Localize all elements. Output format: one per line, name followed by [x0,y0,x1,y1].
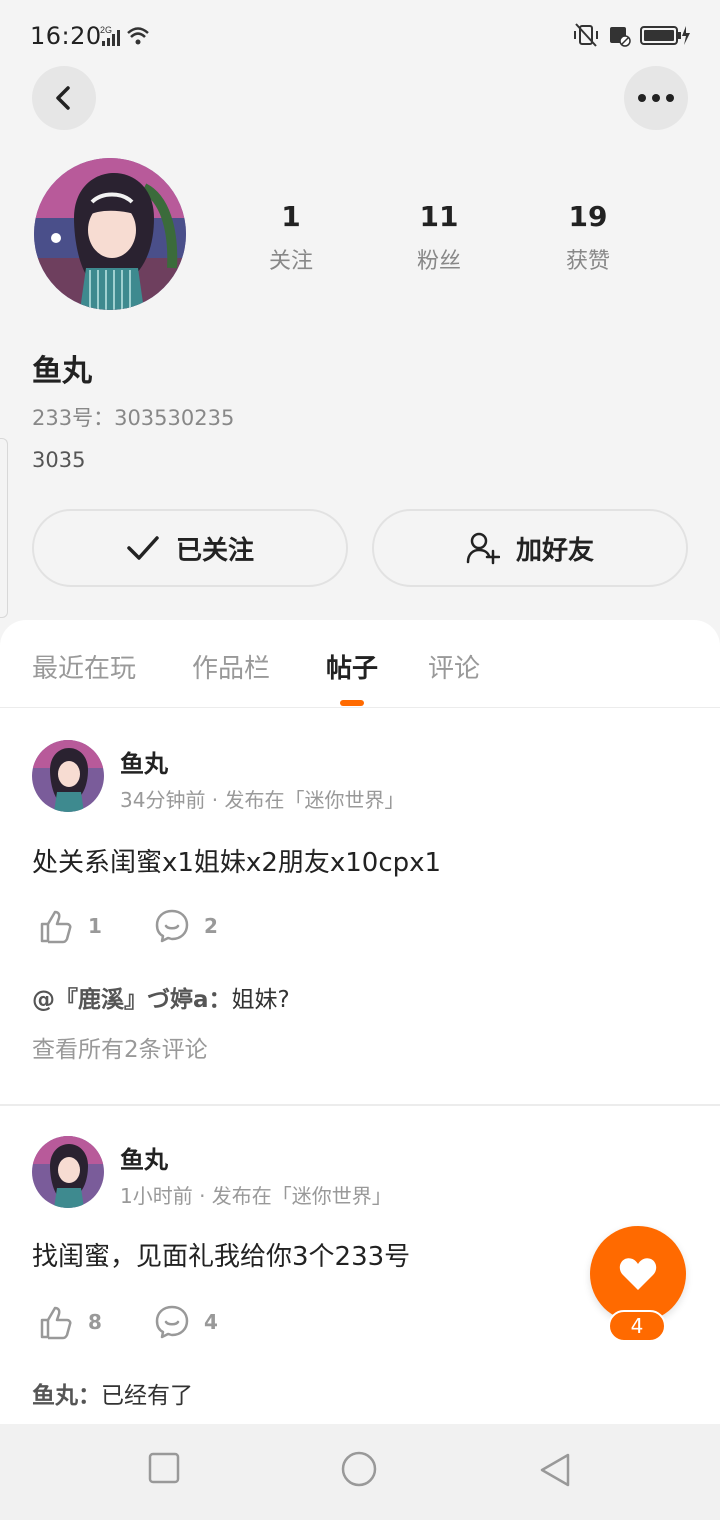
tab-indicator [340,700,364,706]
follow-button[interactable]: 已关注 [32,509,348,587]
battery-icon [640,22,692,52]
check-icon [127,536,159,560]
like-button[interactable]: 1 [38,908,102,944]
thumbs-up-icon [40,910,72,944]
tab-works[interactable]: 作品栏 [192,648,270,685]
following-count: 1 [281,200,301,233]
profile-bio: 3035 [32,448,86,472]
add-user-icon [466,532,500,565]
status-time: 16:20 [30,22,102,50]
comment-author: @『鹿溪』づ婷a： [32,987,232,1013]
stat-followers[interactable]: 11 粉丝 [379,200,499,275]
more-icon [638,94,674,102]
side-drawer-handle[interactable] [0,438,8,618]
system-nav-bar [0,1424,720,1520]
followers-label: 粉丝 [416,249,461,274]
tab-comments[interactable]: 评论 [428,648,480,685]
vibrate-icon [572,22,600,52]
like-count: 8 [88,1310,102,1334]
view-all-comments-link[interactable]: 查看所有2条评论 [32,1030,208,1064]
like-button[interactable]: 8 [38,1304,102,1340]
post-text[interactable]: 找闺蜜，见面礼我给你3个233号 [32,1236,410,1273]
add-friend-label: 加好友 [515,535,594,566]
more-button[interactable] [624,66,688,130]
post-meta: 1小时前 · 发布在「迷你世界」 [120,1184,392,1208]
like-count: 1 [88,914,102,938]
profile-uid: 233号：303530235 [32,406,235,430]
follow-label: 已关注 [175,535,254,566]
tab-posts[interactable]: 帖子 [326,648,378,685]
comment-button[interactable]: 4 [154,1304,218,1340]
top-comment[interactable]: @『鹿溪』づ婷a：姐妹? [32,980,290,1014]
profile-avatar[interactable] [34,158,186,310]
comment-count: 2 [204,914,218,938]
thumbs-up-icon [40,1306,72,1340]
chevron-left-icon [56,86,70,110]
tab-recent-play[interactable]: 最近在玩 [32,648,136,685]
comment-icon [155,1305,189,1339]
post-author[interactable]: 鱼丸 [120,1140,168,1175]
avatar[interactable] [32,1136,104,1208]
post-author[interactable]: 鱼丸 [120,744,168,779]
followers-count: 11 [419,200,459,233]
stat-following[interactable]: 1 关注 [231,200,351,275]
post-text[interactable]: 处关系闺蜜x1姐妹x2朋友x10cpx1 [32,842,441,879]
back-button[interactable] [32,66,96,130]
likes-label: 获赞 [565,249,610,274]
following-label: 关注 [268,249,313,274]
comment-author: 鱼丸： [32,1383,101,1409]
stat-likes[interactable]: 19 获赞 [528,200,648,275]
top-comment[interactable]: 鱼丸：已经有了 [32,1376,193,1410]
like-fab-button[interactable] [590,1226,686,1322]
avatar[interactable] [32,740,104,812]
comment-count: 4 [204,1310,218,1334]
tab-bar: 最近在玩 作品栏 帖子 评论 [0,620,720,708]
signal-icon: 2G [100,24,152,54]
heart-icon [619,1258,657,1290]
comment-text: 已经有了 [101,1383,193,1409]
no-sim-icon [608,22,632,52]
back-nav-icon[interactable] [538,1452,572,1492]
fab-count-badge: 4 [608,1310,666,1342]
recent-apps-icon[interactable] [148,1452,180,1488]
post-meta: 34分钟前 · 发布在「迷你世界」 [120,788,405,812]
network-type: 2G [100,25,112,35]
likes-count: 19 [568,200,608,233]
status-bar: 16:20 2G [0,0,720,70]
add-friend-button[interactable]: 加好友 [372,509,688,587]
comment-icon [155,909,189,943]
post-card[interactable]: 鱼丸 34分钟前 · 发布在「迷你世界」 处关系闺蜜x1姐妹x2朋友x10cpx… [0,708,720,1104]
home-icon[interactable] [340,1450,378,1492]
profile-name: 鱼丸 [32,354,92,389]
comment-text: 姐妹? [231,987,290,1013]
comment-button[interactable]: 2 [154,908,218,944]
